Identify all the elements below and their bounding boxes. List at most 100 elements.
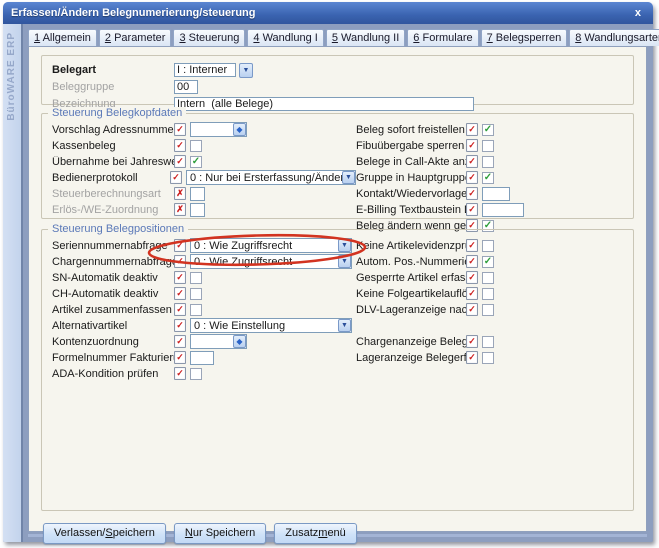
edit-flag-icon[interactable]: ✓ — [174, 319, 186, 332]
edit-flag-icon[interactable]: ✓ — [174, 239, 186, 252]
beleggruppe-field[interactable]: 00 — [174, 80, 198, 94]
seriennummernabfrage-select[interactable]: 0 : Wie Zugriffsrecht▼ — [190, 238, 352, 253]
uebernahme-checkbox[interactable]: ✓ — [190, 156, 202, 168]
chargenanzeige-checkbox[interactable] — [482, 336, 494, 348]
edit-flag-icon[interactable]: ✓ — [466, 203, 478, 216]
row-erloes-we-zuordnung: Erlös-/WE-Zuordnung ✗ — [52, 202, 356, 217]
dropdown-arrow-icon[interactable]: ▼ — [342, 171, 355, 184]
chargennummernabfrage-select[interactable]: 0 : Wie Zugriffsrecht▼ — [190, 254, 352, 269]
row-folgeartikel: Keine Folgeartikelauflösung ✓ — [356, 286, 625, 301]
erloes-we-field[interactable] — [190, 203, 205, 217]
kassenbeleg-checkbox[interactable] — [190, 140, 202, 152]
tab-steuerung[interactable]: 3 Steuerung — [173, 29, 245, 46]
lageranzeige-checkbox[interactable] — [482, 352, 494, 364]
ada-kondition-checkbox[interactable] — [190, 368, 202, 380]
row-dlv-lageranzeige: DLV-Lageranzeige nach Lagerort ✓ — [356, 302, 625, 317]
ebilling-field[interactable] — [482, 203, 524, 217]
tab-parameter[interactable]: 2 Parameter — [99, 29, 172, 46]
folgeartikel-checkbox[interactable] — [482, 288, 494, 300]
field-label: Formelnummer Fakturierung — [52, 352, 174, 364]
edit-flag-icon[interactable]: ✓ — [466, 255, 478, 268]
row-gruppe-hauptgruppe: Gruppe in Hauptgruppe zeigen ✓ ✓ — [356, 170, 625, 185]
edit-flag-icon[interactable]: ✓ — [174, 155, 186, 168]
edit-flag-icon[interactable]: ✓ — [466, 351, 478, 364]
ch-automatik-checkbox[interactable] — [190, 288, 202, 300]
edit-locked-icon[interactable]: ✗ — [174, 203, 186, 216]
edit-flag-icon[interactable]: ✓ — [174, 287, 186, 300]
positionen-right-column: Keine Artikelevidenzprüfung ✓ Autom. Pos… — [356, 238, 625, 382]
row-beleggruppe: Beleggruppe 00 — [52, 79, 625, 95]
edit-flag-icon[interactable]: ✓ — [174, 139, 186, 152]
row-alternativartikel: Alternativartikel ✓ 0 : Wie Einstellung▼ — [52, 318, 356, 333]
edit-flag-icon[interactable]: ✓ — [466, 155, 478, 168]
dlv-lageranzeige-checkbox[interactable] — [482, 304, 494, 316]
nur-speichern-button[interactable]: Nur Speichern — [174, 523, 266, 544]
zusammenfassen-checkbox[interactable] — [190, 304, 202, 316]
kopfdaten-left-column: Vorschlag Adressnummer ✓ ◆ Kassenbeleg ✓… — [52, 122, 356, 234]
edit-flag-icon[interactable]: ✓ — [174, 255, 186, 268]
tab-allgemein[interactable]: 1 Allgemein — [28, 29, 97, 46]
tab-wandlung-2[interactable]: 5 Wandlung II — [326, 29, 405, 46]
edit-flag-icon[interactable]: ✓ — [466, 187, 478, 200]
vorschlag-adressnummer-spinner[interactable]: ◆ — [190, 122, 247, 137]
edit-flag-icon[interactable]: ✓ — [174, 123, 186, 136]
tab-wandlungsarten[interactable]: 8 Wandlungsarten — [569, 29, 659, 46]
formelnummer-field[interactable] — [190, 351, 214, 365]
tab-belegsperren[interactable]: 7 Belegsperren — [481, 29, 568, 46]
edit-locked-icon[interactable]: ✗ — [174, 187, 186, 200]
dropdown-arrow-icon[interactable]: ▼ — [338, 255, 351, 268]
edit-flag-icon[interactable]: ✓ — [174, 271, 186, 284]
edit-flag-icon[interactable]: ✓ — [174, 367, 186, 380]
edit-flag-icon[interactable]: ✓ — [174, 351, 186, 364]
tab-formulare[interactable]: 6 Formulare — [407, 29, 478, 46]
edit-flag-icon[interactable]: ✓ — [466, 139, 478, 152]
edit-flag-icon[interactable]: ✓ — [170, 171, 182, 184]
gesperrte-artikel-checkbox[interactable] — [482, 272, 494, 284]
sn-automatik-checkbox[interactable] — [190, 272, 202, 284]
artikelevidenz-checkbox[interactable] — [482, 240, 494, 252]
edit-flag-icon[interactable]: ✓ — [174, 303, 186, 316]
kontenzuordnung-spinner[interactable]: ◆ — [190, 334, 247, 349]
tab-bar: 1 Allgemein 2 Parameter 3 Steuerung 4 Wa… — [28, 27, 647, 46]
belegart-dropdown-arrow-icon[interactable]: ▼ — [239, 63, 253, 78]
dropdown-arrow-icon[interactable]: ▼ — [338, 319, 351, 332]
titlebar[interactable]: Erfassen/Ändern Belegnumerierung/steueru… — [3, 2, 653, 24]
close-icon[interactable]: x — [631, 7, 645, 19]
kontakt-kategorie-field[interactable] — [482, 187, 510, 201]
dropdown-arrow-icon[interactable]: ▼ — [338, 239, 351, 252]
edit-flag-icon[interactable]: ✓ — [466, 123, 478, 136]
field-label: ADA-Kondition prüfen — [52, 368, 174, 380]
edit-flag-icon[interactable]: ✓ — [174, 335, 186, 348]
edit-flag-icon[interactable]: ✓ — [466, 171, 478, 184]
freistellen-checkbox[interactable]: ✓ — [482, 124, 494, 136]
row-belegart: Belegart I : Interner ▼ — [52, 62, 625, 78]
spinner-icon[interactable]: ◆ — [233, 335, 246, 348]
kopfdaten-group-title: Steuerung Belegkopfdaten — [48, 107, 186, 119]
field-label: CH-Automatik deaktiv — [52, 288, 174, 300]
edit-flag-icon[interactable]: ✓ — [466, 335, 478, 348]
field-label: DLV-Lageranzeige nach Lagerort — [356, 304, 466, 316]
fibu-checkbox[interactable] — [482, 140, 494, 152]
edit-flag-icon[interactable]: ✓ — [466, 287, 478, 300]
hauptgruppe-checkbox[interactable]: ✓ — [482, 172, 494, 184]
bedienerprotokoll-select[interactable]: 0 : Nur bei Ersterfassung/Änderung▼ — [186, 170, 356, 185]
call-akte-checkbox[interactable] — [482, 156, 494, 168]
field-label: Keine Folgeartikelauflösung — [356, 288, 466, 300]
alternativartikel-select[interactable]: 0 : Wie Einstellung▼ — [190, 318, 352, 333]
edit-flag-icon[interactable]: ✓ — [466, 271, 478, 284]
edit-flag-icon[interactable]: ✓ — [466, 303, 478, 316]
pos-nummerierung-checkbox[interactable]: ✓ — [482, 256, 494, 268]
row-ada-kondition: ADA-Kondition prüfen ✓ — [52, 366, 356, 381]
belegart-combo-value[interactable]: I : Interner — [174, 63, 236, 77]
verlassen-speichern-button[interactable]: Verlassen/Speichern — [43, 523, 166, 544]
edit-flag-icon[interactable]: ✓ — [466, 239, 478, 252]
tab-wandlung-1[interactable]: 4 Wandlung I — [247, 29, 323, 46]
zusatzmenue-button[interactable]: Zusatzmenü — [274, 523, 357, 544]
spinner-icon[interactable]: ◆ — [233, 123, 246, 136]
steuerberechnungsart-field[interactable] — [190, 187, 205, 201]
row-vorschlag-adressnummer: Vorschlag Adressnummer ✓ ◆ — [52, 122, 356, 137]
positionen-group-title: Steuerung Belegpositionen — [48, 223, 188, 235]
field-label: Kontenzuordnung — [52, 336, 174, 348]
side-brand-strip: BüroWARE ERP — [3, 24, 23, 542]
bezeichnung-field[interactable]: Intern (alle Belege) — [174, 97, 474, 111]
